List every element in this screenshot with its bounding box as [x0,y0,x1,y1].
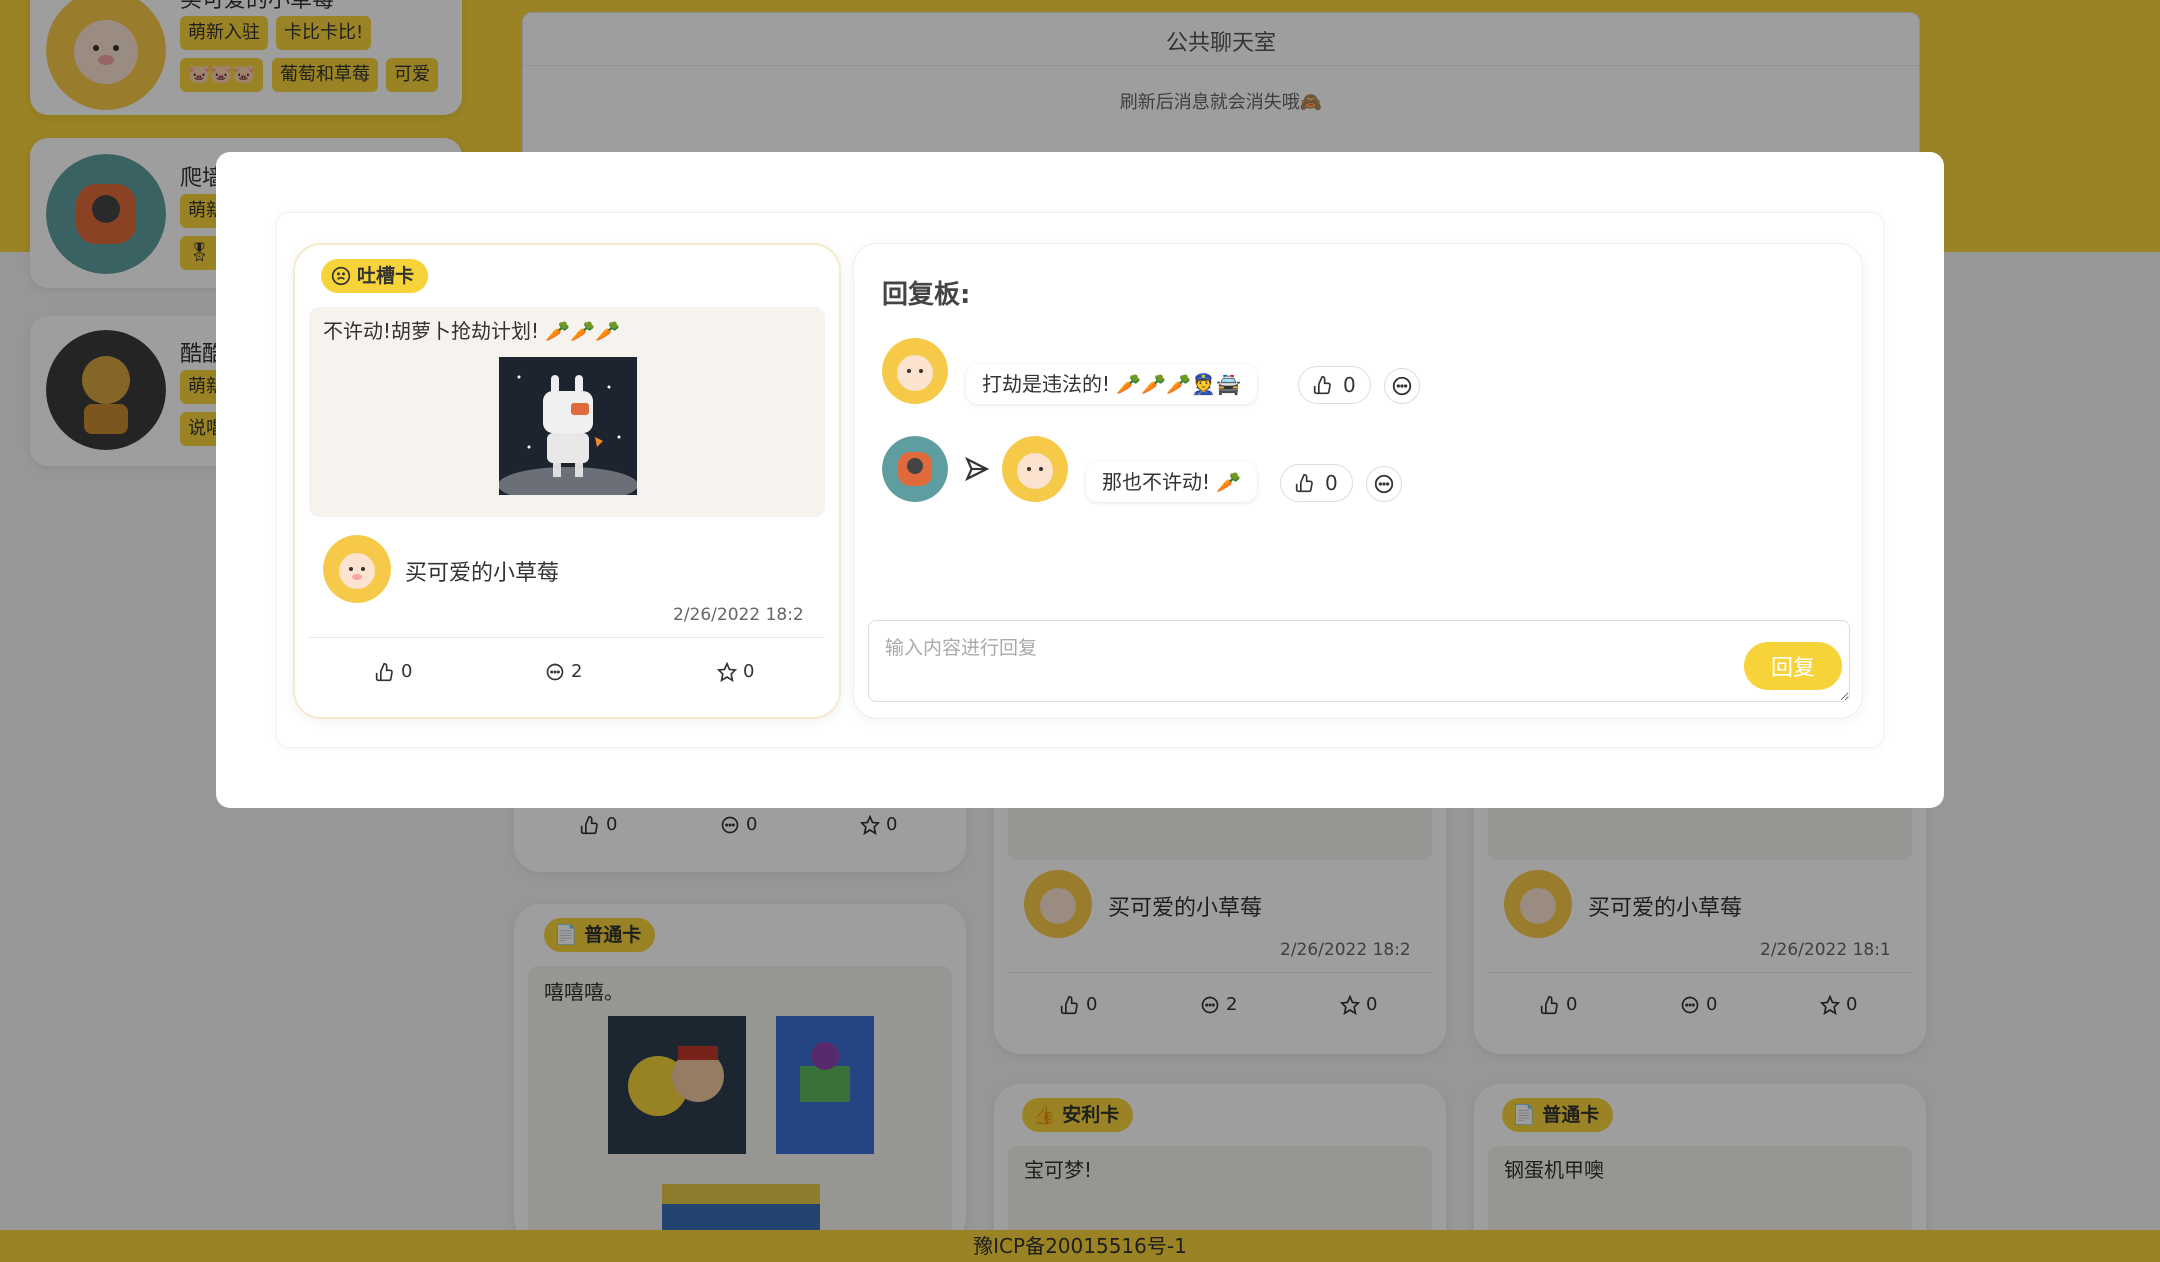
modal-content: 吐槽卡 不许动!胡萝卜抢劫计划! 🥕🥕🥕 买可爱的小草莓 2/26/2022 1… [276,212,1884,748]
avatar [1002,436,1068,502]
post-image[interactable] [499,357,637,495]
post-text: 不许动!胡萝卜抢劫计划! 🥕🥕🥕 [323,319,621,343]
reply-comment-button[interactable] [1366,466,1402,502]
thumbs-up-icon [1295,473,1313,493]
comment-icon [1374,474,1394,494]
frown-icon [331,266,351,286]
divider [309,637,825,638]
comment-icon [1392,376,1412,396]
reply-board-title: 回复板: [882,280,971,310]
thumbs-up-icon [375,662,393,681]
star-icon [717,661,737,682]
thumbs-up-icon [1313,375,1331,395]
avatar [882,436,948,502]
comment-icon [546,663,564,680]
author-name: 买可爱的小草莓 [405,561,560,586]
reply-board: 回复板: 打劫是违法的! 🥕🥕🥕👮🚔 0 那也不许动! 🥕 0 输入内容进行回复… [853,243,1863,719]
reply-like-button[interactable]: 0 [1280,464,1353,502]
comment-button[interactable]: 2 [545,661,582,682]
reply-message: 那也不许动! 🥕 [1086,462,1258,502]
like-button[interactable]: 0 [375,661,412,682]
post-detail-modal: 吐槽卡 不许动!胡萝卜抢劫计划! 🥕🥕🥕 买可爱的小草莓 2/26/2022 1… [216,152,1944,808]
reply-submit-button[interactable]: 回复 [1744,642,1842,690]
reply-message: 打劫是违法的! 🥕🥕🥕👮🚔 [966,364,1257,404]
send-arrow-icon [965,456,990,482]
reply-comment-button[interactable] [1384,368,1420,404]
reply-input[interactable] [868,620,1850,702]
star-button[interactable]: 0 [717,661,754,682]
avatar [323,535,391,603]
reply-like-button[interactable]: 0 [1298,366,1371,404]
avatar [882,338,948,404]
post-time: 2/26/2022 18:2 [673,605,804,625]
card-badge: 吐槽卡 [321,259,429,293]
post-card[interactable]: 吐槽卡 不许动!胡萝卜抢劫计划! 🥕🥕🥕 买可爱的小草莓 2/26/2022 1… [293,243,841,719]
